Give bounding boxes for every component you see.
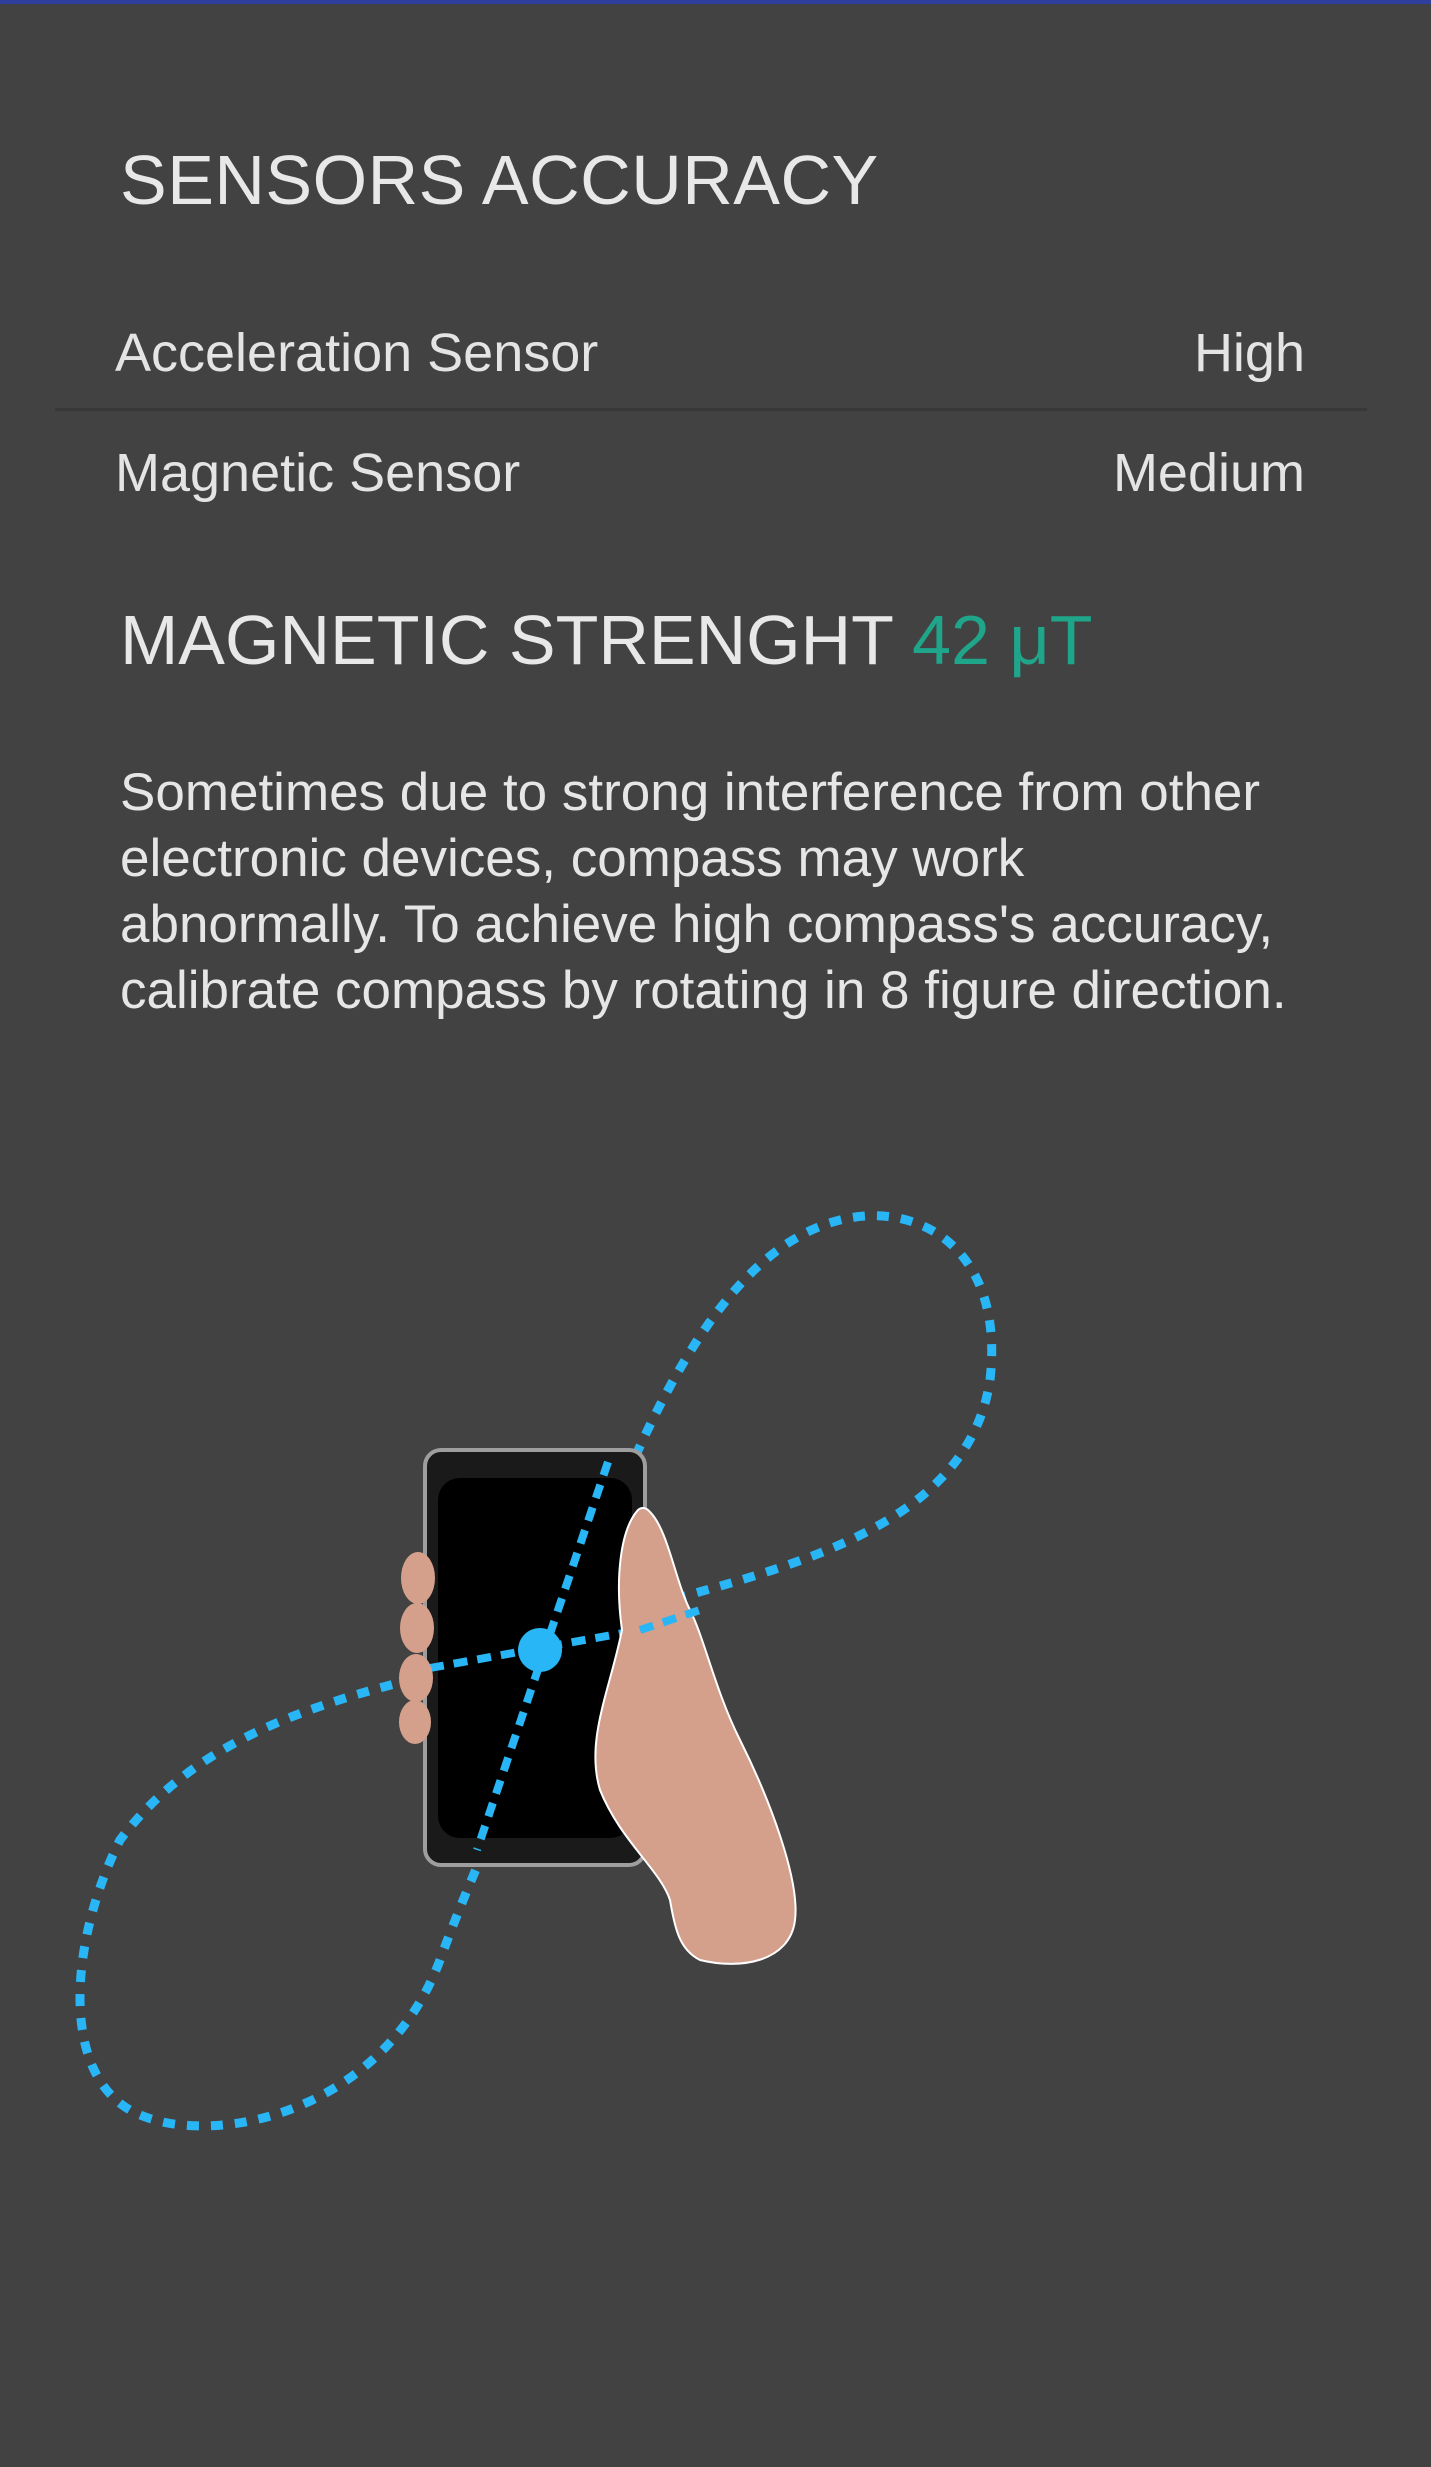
acceleration-sensor-label: Acceleration Sensor (115, 323, 599, 383)
magnetic-strength-value: 42 μT (912, 601, 1093, 679)
top-accent-bar (0, 0, 1431, 4)
finger-1 (401, 1552, 435, 1604)
magnetic-sensor-label: Magnetic Sensor (115, 443, 521, 503)
magnetic-sensor-row: Magnetic Sensor Medium (115, 428, 1305, 518)
figure-eight-calibration-icon (75, 1211, 997, 2131)
sensors-accuracy-title: SENSORS ACCURACY (120, 141, 879, 219)
magnetic-sensor-accuracy: Medium (1112, 443, 1305, 503)
finger-2 (400, 1603, 434, 1653)
crosshair-center-dot (518, 1628, 562, 1672)
finger-3 (399, 1654, 433, 1702)
finger-4 (399, 1700, 431, 1744)
magnetic-strength-title: MAGNETIC STRENGHT (120, 601, 893, 679)
acceleration-sensor-row: Acceleration Sensor High (115, 308, 1305, 398)
magnetic-strength-heading: MAGNETIC STRENGHT 42 μT (120, 600, 1093, 680)
calibration-instructions: Sometimes due to strong interference fro… (120, 763, 1287, 1020)
row-divider (55, 408, 1367, 411)
acceleration-sensor-accuracy: High (1193, 323, 1305, 383)
hand-palm (594, 1506, 797, 1965)
